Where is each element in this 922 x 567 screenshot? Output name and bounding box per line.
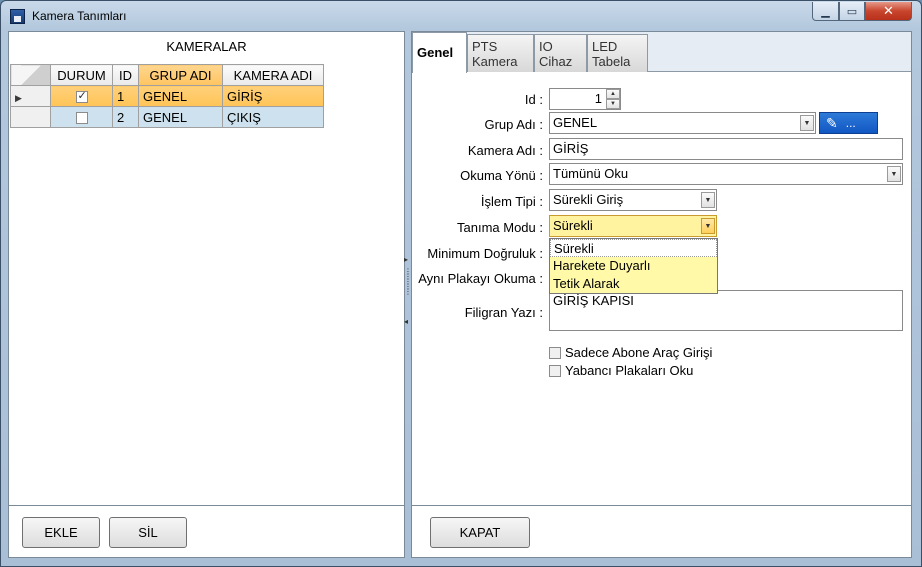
details-footer: KAPAT bbox=[411, 506, 912, 558]
window-title: Kamera Tanımları bbox=[32, 9, 127, 23]
durum-cell[interactable] bbox=[50, 85, 113, 107]
maximize-icon: ▭ bbox=[846, 5, 858, 18]
direction-value: Tümünü Oku bbox=[553, 166, 629, 181]
chevron-down-icon: ▼ bbox=[704, 196, 712, 204]
id-value: 1 bbox=[594, 91, 602, 106]
tab-strip: Genel PTS Kamera IO Cihaz LED Tabela bbox=[412, 32, 911, 73]
cameras-footer: EKLE SİL bbox=[8, 506, 405, 558]
id-label: Id : bbox=[524, 92, 543, 107]
tab-label: PTS Kamera bbox=[472, 39, 518, 69]
delete-button[interactable]: SİL bbox=[109, 517, 187, 548]
tab-io-cihaz[interactable]: IO Cihaz bbox=[534, 34, 587, 72]
tab-pts-kamera[interactable]: PTS Kamera bbox=[467, 34, 534, 72]
column-header-grup-adi[interactable]: GRUP ADI bbox=[138, 64, 223, 86]
process-select[interactable]: Sürekli Giriş ▼ bbox=[549, 189, 717, 211]
minimize-button[interactable]: ▁ bbox=[812, 2, 839, 21]
title-bar[interactable]: Kamera Tanımları ▁ ▭ ✕ bbox=[1, 1, 921, 31]
close-button[interactable]: KAPAT bbox=[430, 517, 530, 548]
dropdown-option[interactable]: Sürekli bbox=[550, 239, 717, 257]
table-row[interactable]: ▶ 1 GENEL GİRİŞ bbox=[10, 85, 324, 107]
foreign-plates-option[interactable]: Yabancı Plakaları Oku bbox=[549, 363, 693, 378]
grup-cell[interactable]: GENEL bbox=[138, 85, 223, 107]
chevron-down-icon: ▼ bbox=[890, 170, 898, 178]
kamera-cell[interactable]: GİRİŞ bbox=[222, 85, 324, 107]
tab-led-tabela[interactable]: LED Tabela bbox=[587, 34, 648, 72]
tab-label: IO Cihaz bbox=[539, 39, 573, 69]
watermark-label: Filigran Yazı : bbox=[464, 305, 543, 320]
edit-group-button[interactable]: ✎ ... bbox=[819, 112, 878, 134]
accuracy-label: Minimum Doğruluk : bbox=[427, 246, 543, 261]
tab-label: LED Tabela bbox=[592, 39, 631, 69]
durum-checkbox[interactable] bbox=[75, 89, 88, 104]
close-icon: ✕ bbox=[883, 3, 894, 18]
row-header[interactable]: ▶ bbox=[10, 85, 51, 107]
foreign-plates-label: Yabancı Plakaları Oku bbox=[565, 363, 694, 378]
mode-value: Sürekli bbox=[553, 218, 593, 233]
id-stepper[interactable]: 1 ▲ ▼ bbox=[549, 88, 621, 110]
panel-splitter[interactable]: ▸ ⋮ ⋮ ⋮ ⋮ ⋮ ◂ bbox=[404, 255, 412, 330]
mode-dropdown-list: Sürekli Harekete Duyarlı Tetik Alarak bbox=[549, 238, 718, 294]
foreign-plates-checkbox[interactable] bbox=[549, 364, 561, 377]
table-row[interactable]: 2 GENEL ÇIKIŞ bbox=[10, 106, 324, 128]
same-plate-label: Aynı Plakayı Okuma : bbox=[418, 271, 543, 286]
durum-checkbox[interactable] bbox=[75, 112, 88, 125]
chevron-down-icon: ▼ bbox=[610, 101, 616, 107]
chevron-down-icon: ▼ bbox=[803, 119, 811, 127]
subscriber-only-option[interactable]: Sadece Abone Araç Girişi bbox=[549, 345, 712, 360]
edit-group-dots: ... bbox=[845, 116, 856, 130]
chevron-up-icon: ▲ bbox=[610, 91, 616, 97]
grid-corner[interactable] bbox=[10, 64, 51, 86]
dropdown-button[interactable]: ▼ bbox=[701, 218, 715, 234]
cameras-grid: DURUM ID GRUP ADI KAMERA ADI ▶ 1 GENEL G… bbox=[10, 64, 324, 128]
current-row-icon: ▶ bbox=[15, 92, 22, 103]
column-header-id[interactable]: ID bbox=[112, 64, 139, 86]
group-value: GENEL bbox=[553, 115, 598, 130]
watermark-input[interactable]: GİRİŞ KAPISI bbox=[549, 290, 903, 331]
spin-down-button[interactable]: ▼ bbox=[606, 99, 620, 109]
splitter-arrow-icon: ▸ bbox=[404, 255, 409, 264]
camera-name-label: Kamera Adı : bbox=[467, 143, 543, 158]
column-header-durum[interactable]: DURUM bbox=[50, 64, 113, 86]
id-cell[interactable]: 1 bbox=[112, 85, 139, 107]
process-value: Sürekli Giriş bbox=[553, 192, 624, 207]
process-label: İşlem Tipi : bbox=[480, 194, 543, 209]
grup-cell[interactable]: GENEL bbox=[138, 106, 223, 128]
subscriber-only-label: Sadece Abone Araç Girişi bbox=[565, 345, 713, 360]
row-header[interactable] bbox=[10, 106, 51, 128]
subscriber-only-checkbox[interactable] bbox=[549, 346, 561, 359]
id-cell[interactable]: 2 bbox=[112, 106, 139, 128]
details-panel: Genel PTS Kamera IO Cihaz LED Tabela Id : 1… bbox=[411, 31, 912, 506]
dropdown-button[interactable]: ▼ bbox=[887, 166, 901, 182]
group-label: Grup Adı : bbox=[484, 117, 543, 132]
maximize-button[interactable]: ▭ bbox=[839, 2, 865, 21]
group-select[interactable]: GENEL ▼ bbox=[549, 112, 816, 134]
close-window-button[interactable]: ✕ bbox=[865, 2, 912, 21]
durum-cell[interactable] bbox=[50, 106, 113, 128]
column-header-kamera-adi[interactable]: KAMERA ADI bbox=[222, 64, 324, 86]
direction-label: Okuma Yönü : bbox=[460, 168, 543, 183]
dropdown-button[interactable]: ▼ bbox=[800, 115, 814, 131]
camera-name-input[interactable]: GİRİŞ bbox=[549, 138, 903, 160]
splitter-arrow-icon: ◂ bbox=[404, 317, 409, 326]
pencil-icon: ✎ bbox=[826, 114, 838, 131]
tab-genel[interactable]: Genel bbox=[412, 32, 467, 73]
cameras-panel: KAMERALAR DURUM ID GRUP ADI KAMERA ADI ▶… bbox=[8, 31, 405, 506]
mode-select[interactable]: Sürekli ▼ bbox=[549, 215, 717, 237]
cameras-title: KAMERALAR bbox=[166, 39, 247, 54]
mode-label: Tanıma Modu : bbox=[457, 220, 543, 235]
dropdown-option[interactable]: Tetik Alarak bbox=[550, 275, 717, 293]
kamera-cell[interactable]: ÇIKIŞ bbox=[222, 106, 324, 128]
direction-select[interactable]: Tümünü Oku ▼ bbox=[549, 163, 903, 185]
add-button[interactable]: EKLE bbox=[22, 517, 100, 548]
spin-up-button[interactable]: ▲ bbox=[606, 89, 620, 99]
chevron-down-icon: ▼ bbox=[704, 222, 712, 230]
dropdown-option[interactable]: Harekete Duyarlı bbox=[550, 257, 717, 275]
minimize-icon: ▁ bbox=[821, 5, 830, 18]
app-icon bbox=[10, 9, 25, 24]
grid-header-row: DURUM ID GRUP ADI KAMERA ADI bbox=[10, 64, 324, 86]
dropdown-button[interactable]: ▼ bbox=[701, 192, 715, 208]
